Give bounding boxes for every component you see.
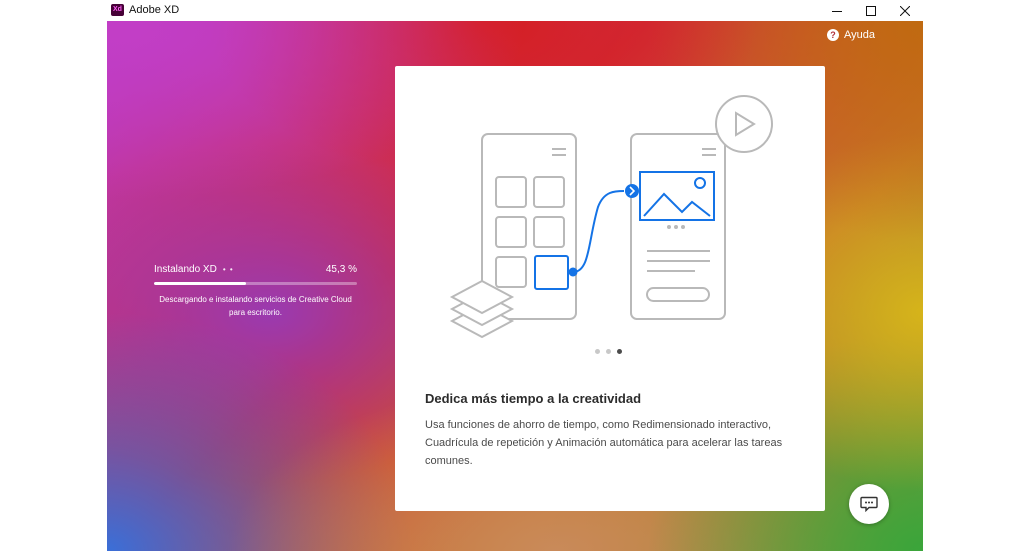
gradient-background: ? Ayuda Instalando XD • • 45,3 % Descarga… [107,21,923,551]
layers-stack-drawing [449,279,515,339]
carousel-dot-3[interactable] [617,349,622,354]
feature-card: Dedica más tiempo a la creatividad Usa f… [395,66,825,511]
question-circle-icon: ? [827,29,839,41]
maximize-button[interactable] [854,0,888,21]
install-description: Descargando e instalando servicios de Cr… [159,295,352,317]
play-circle-drawing [715,95,773,153]
close-icon [900,5,910,16]
feature-description: Usa funciones de ahorro de tiempo, como … [425,419,783,467]
maximize-icon [866,5,876,16]
minimize-icon [832,10,842,12]
install-status: Instalando XD • • 45,3 % Descargando e in… [154,264,357,319]
connector-end-node [625,184,639,198]
install-label: Instalando XD [154,264,217,275]
help-link[interactable]: ? Ayuda [827,29,875,41]
close-button[interactable] [888,0,922,21]
carousel-pagination [595,349,622,354]
loading-dots: • • [222,265,234,274]
install-status-row: Instalando XD • • 45,3 % [154,264,357,275]
help-label: Ayuda [844,29,875,41]
progress-bar [154,282,357,285]
carousel-dot-2[interactable] [606,349,611,354]
image-placeholder-drawing [639,171,715,221]
minimize-button[interactable] [820,0,854,21]
carousel-mini-dots-drawing [667,225,685,229]
chat-bubble-icon [860,496,878,512]
repeat-grid-connector-drawing [534,190,625,290]
detail-phone-drawing [630,133,726,320]
connector-start-node [568,267,578,277]
adobe-xd-installer-window: Xd Adobe XD ? Ayuda Instalando XD • • 45,… [107,0,923,551]
progress-bar-fill [154,282,246,285]
feature-illustration [449,95,773,339]
feature-title: Dedica más tiempo a la creatividad [425,391,642,406]
carousel-dot-1[interactable] [595,349,600,354]
chat-button[interactable] [849,484,889,524]
window-title: Adobe XD [129,4,180,16]
install-label-group: Instalando XD • • [154,264,234,275]
adobe-xd-logo: Xd [111,4,124,16]
install-percent: 45,3 % [325,264,357,275]
title-bar: Xd Adobe XD [107,0,923,21]
